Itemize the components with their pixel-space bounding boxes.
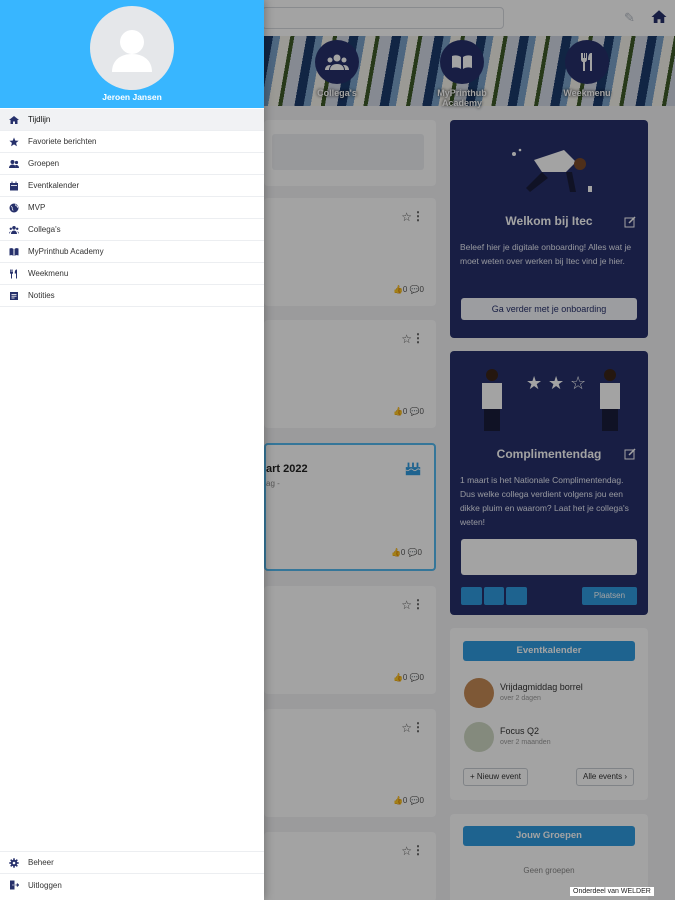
nav-item-beheer[interactable]: Beheer [0, 852, 264, 874]
user-name: Jeroen Jansen [102, 92, 162, 102]
nav-item-favorieten[interactable]: Favoriete berichten [0, 131, 264, 153]
nav-item-uitloggen[interactable]: Uitloggen [0, 874, 264, 896]
groups-icon [9, 159, 19, 169]
nav-item-groepen[interactable]: Groepen [0, 153, 264, 175]
drawer-header: Jeroen Jansen [0, 0, 264, 108]
nav-item-label: Groepen [28, 159, 60, 168]
nav-item-label: Collega's [28, 225, 61, 234]
footer-note: Onderdeel van WELDER [570, 887, 654, 896]
nav-item-label: Weekmenu [28, 269, 69, 278]
star-icon [9, 137, 19, 147]
nav-item-label: Eventkalender [28, 181, 80, 190]
drawer-bottom-nav: Beheer Uitloggen [0, 851, 264, 896]
home-icon [9, 115, 19, 125]
nav-item-label: Tijdlijn [28, 115, 51, 124]
nav-item-collegas[interactable]: Collega's [0, 219, 264, 241]
nav-item-eventkalender[interactable]: Eventkalender [0, 175, 264, 197]
nav-item-label: Uitloggen [28, 880, 62, 890]
drawer-nav: Tijdlijn Favoriete berichten Groepen Eve… [0, 109, 264, 307]
fork-knife-icon [9, 269, 19, 279]
logout-icon [9, 880, 19, 890]
nav-item-label: Beheer [28, 858, 54, 867]
nav-item-mvp[interactable]: MVP [0, 197, 264, 219]
notes-icon [9, 291, 19, 301]
nav-drawer: Jeroen Jansen Tijdlijn Favoriete bericht… [0, 0, 264, 900]
user-icon [112, 30, 152, 72]
nav-item-label: Favoriete berichten [28, 137, 97, 146]
book-icon [9, 247, 19, 257]
nav-item-academy[interactable]: MyPrinthub Academy [0, 241, 264, 263]
colleagues-icon [9, 225, 19, 235]
nav-item-tijdlijn[interactable]: Tijdlijn [0, 109, 264, 131]
nav-item-label: Notities [28, 291, 55, 300]
nav-item-label: MVP [28, 203, 46, 212]
calendar-icon [9, 181, 19, 191]
gear-icon [9, 857, 19, 868]
nav-item-notities[interactable]: Notities [0, 285, 264, 307]
globe-icon [9, 203, 19, 213]
nav-item-label: MyPrinthub Academy [28, 247, 104, 256]
nav-item-weekmenu[interactable]: Weekmenu [0, 263, 264, 285]
avatar[interactable] [90, 6, 174, 90]
